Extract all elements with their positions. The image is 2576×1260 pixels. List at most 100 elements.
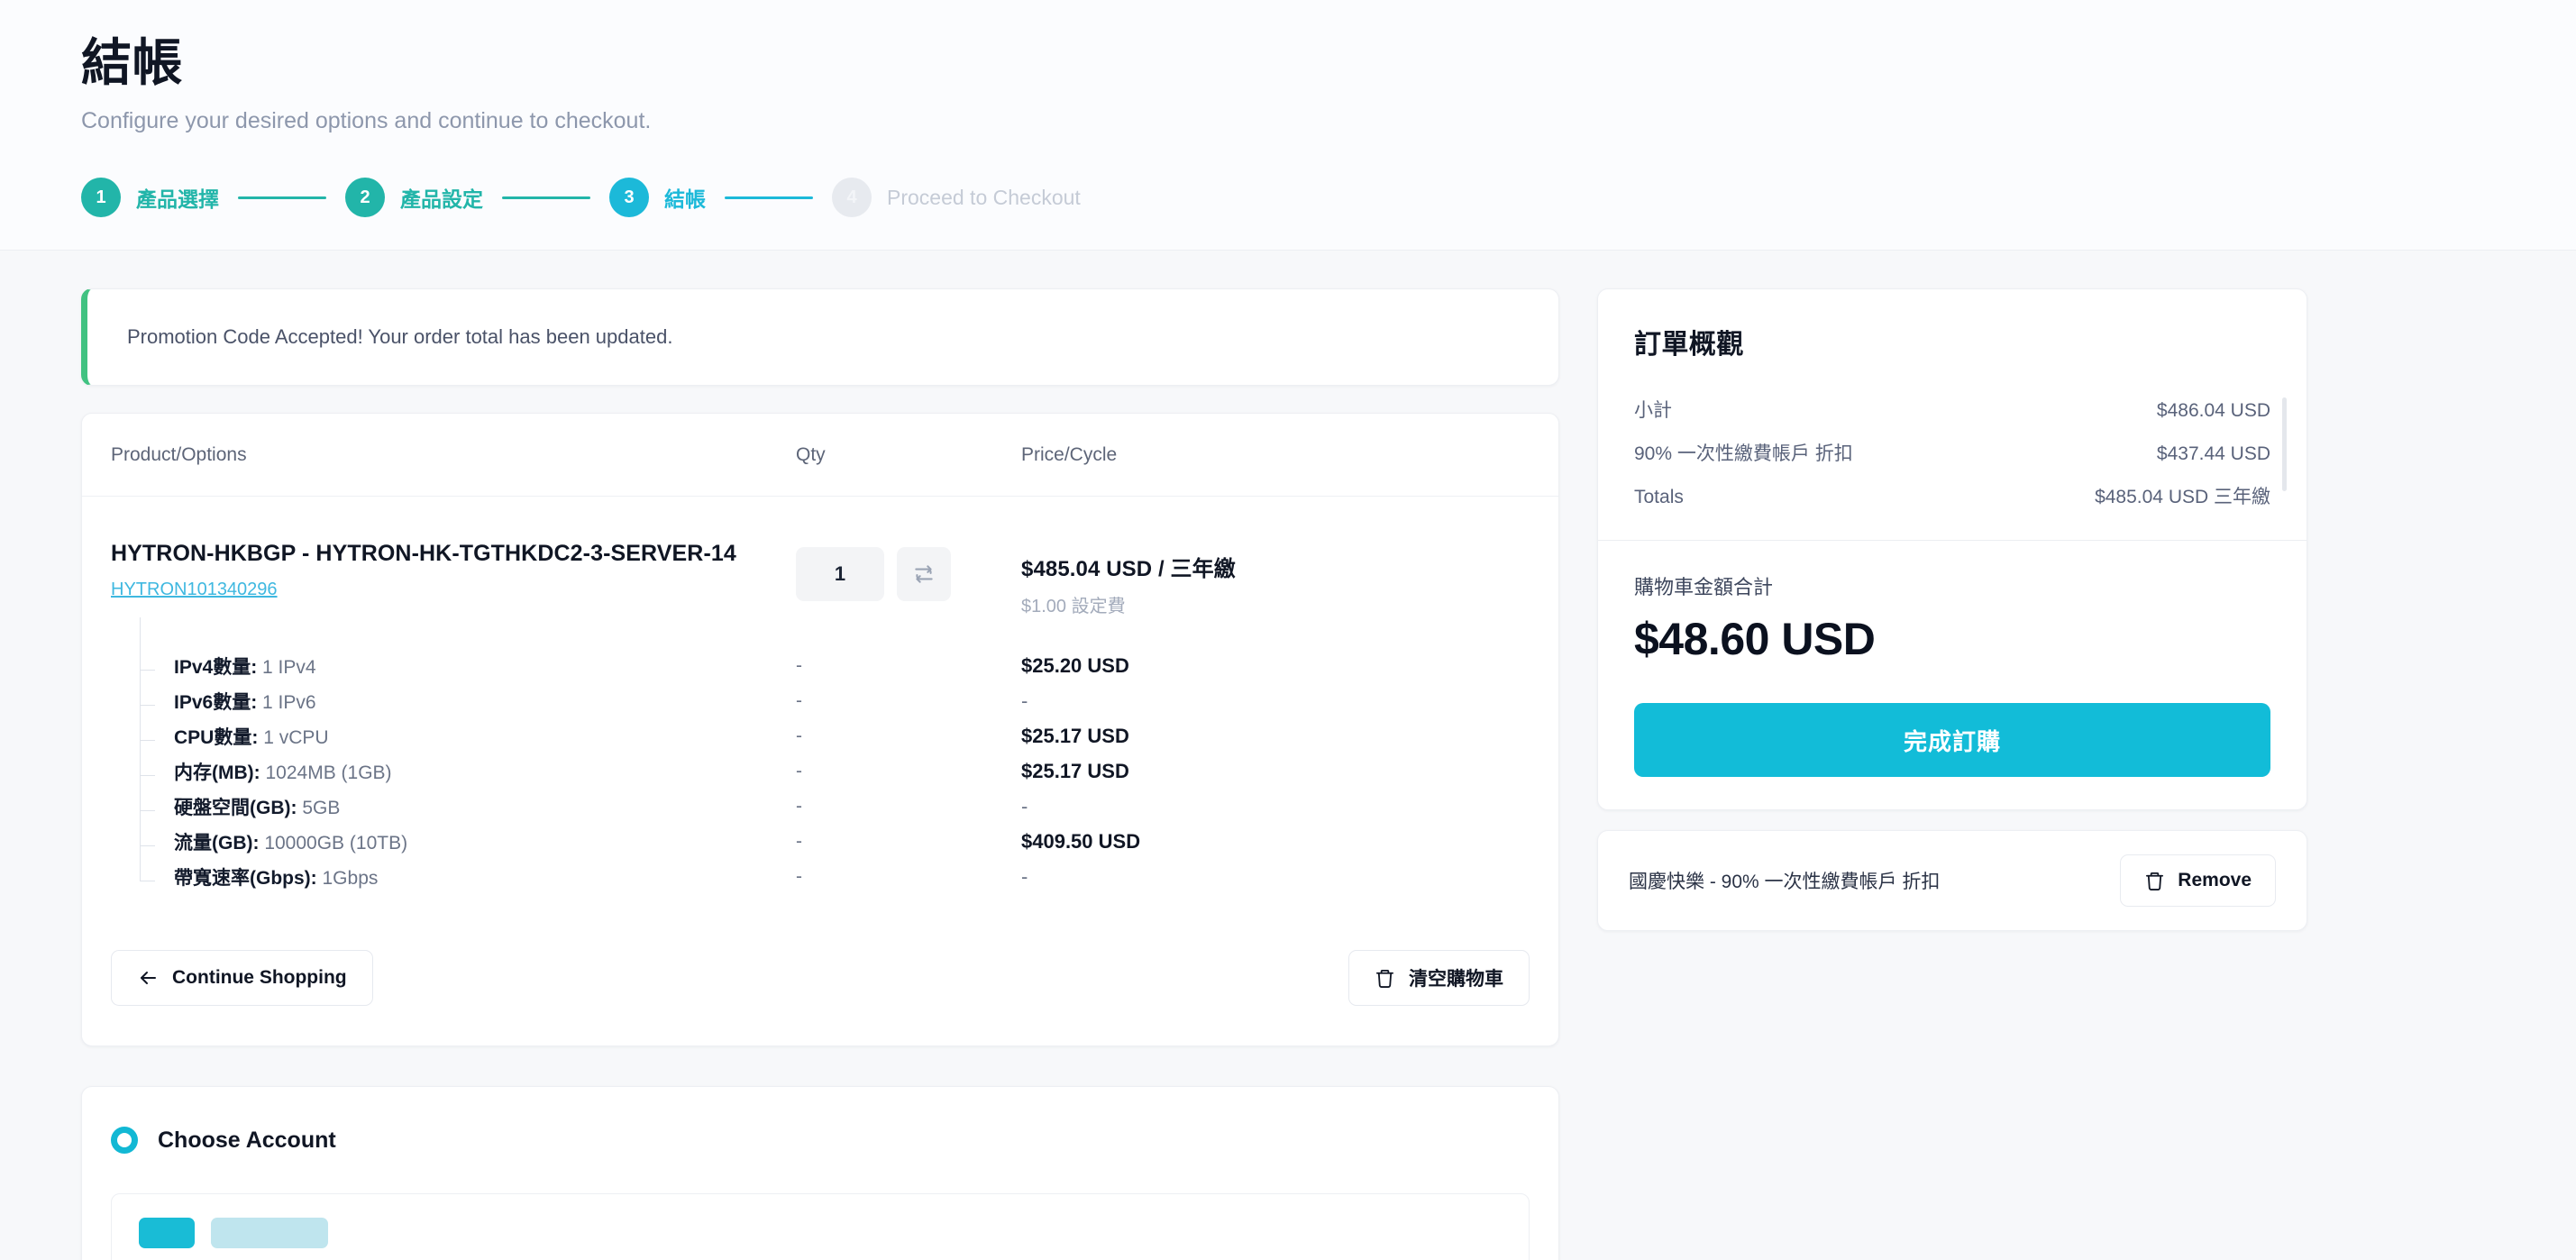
step-4-number: 4 (832, 178, 872, 218)
step-4-label: Proceed to Checkout (887, 185, 1081, 209)
option-name: 内存(MB): (174, 762, 260, 783)
option-row: CPU數量: 1 vCPU - $25.17 USD (111, 687, 1530, 753)
choose-account-title: Choose Account (158, 1127, 336, 1153)
empty-cart-label: 清空購物車 (1409, 969, 1503, 991)
step-2-label: 產品設定 (400, 187, 483, 212)
step-connector-3 (725, 196, 813, 199)
remove-promotion-button[interactable]: Remove (2120, 854, 2276, 908)
trash-icon (2144, 871, 2165, 891)
step-product-configuration[interactable]: 2 產品設定 (345, 178, 483, 218)
product-price: $485.04 USD / 三年繳 (1021, 557, 1236, 582)
option-qty: - (796, 830, 802, 852)
cart-item-price-cell: $485.04 USD / 三年繳 $1.00 設定費 (1021, 538, 1530, 617)
summary-label: 90% 一次性繳費帳戶 折扣 (1634, 443, 1853, 465)
option-name: 流量(GB): (174, 832, 260, 854)
step-proceed-to-checkout: 4 Proceed to Checkout (832, 178, 1081, 218)
cart-column: Promotion Code Accepted! Your order tota… (81, 288, 1559, 1260)
column-header-price: Price/Cycle (1021, 443, 1118, 465)
summary-value: $437.44 USD (2156, 443, 2270, 465)
continue-shopping-label: Continue Shopping (172, 967, 347, 989)
option-row: 帶寬速率(Gbps): 1Gbps - - (111, 827, 1530, 894)
step-connector-1 (238, 196, 326, 199)
option-name: 帶寬速率(Gbps): (174, 867, 317, 889)
option-qty: - (796, 865, 802, 887)
option-row: IPv6數量: 1 IPv6 - - (111, 652, 1530, 718)
choose-account-header: Choose Account (111, 1127, 1530, 1155)
account-badge (139, 1218, 195, 1249)
summary-label: 小計 (1634, 400, 1672, 422)
option-label: 流量(GB): 10000GB (10TB) (111, 792, 796, 855)
option-value: 1024MB (1GB) (265, 762, 392, 783)
summary-scrollbar[interactable] (2282, 397, 2287, 492)
order-summary-column: 訂單概觀 小計 $486.04 USD 90% 一次性繳費帳戶 折扣 $437.… (1597, 288, 2307, 932)
step-connector-2 (502, 196, 590, 199)
complete-order-button[interactable]: 完成訂購 (1634, 703, 2270, 778)
page-title: 結帳 (81, 34, 183, 91)
trash-icon (1375, 968, 1395, 989)
cart-total-amount: $48.60 USD (1634, 614, 1876, 665)
remove-label: Remove (2178, 870, 2252, 891)
order-summary-title: 訂單概觀 (1634, 330, 1744, 361)
order-summary-card: 訂單概觀 小計 $486.04 USD 90% 一次性繳費帳戶 折扣 $437.… (1597, 288, 2307, 811)
option-price: $409.50 USD (1021, 829, 1141, 853)
option-name: 硬盤空間(GB): (174, 797, 297, 818)
option-row: 硬盤空間(GB): 5GB - - (111, 757, 1530, 824)
update-quantity-button[interactable] (897, 547, 951, 602)
summary-row-subtotal: 小計 $486.04 USD (1634, 396, 2270, 423)
option-qty: - (796, 654, 802, 676)
option-qty: - (796, 725, 802, 746)
refresh-icon (912, 562, 936, 586)
column-header-qty: Qty (796, 443, 826, 465)
page-content: Promotion Code Accepted! Your order tota… (0, 251, 2576, 1260)
option-price: $25.17 USD (1021, 724, 1129, 747)
option-label: 帶寬速率(Gbps): 1Gbps (111, 827, 796, 890)
product-name: HYTRON-HKBGP - HYTRON-HK-TGTHKDC2-3-SERV… (111, 541, 736, 567)
option-price: $25.17 USD (1021, 759, 1129, 782)
option-value: 5GB (302, 797, 341, 818)
quantity-input[interactable] (796, 547, 884, 602)
continue-shopping-button[interactable]: Continue Shopping (111, 950, 373, 1007)
promotion-code-text: 國慶快樂 - 90% 一次性繳費帳戶 折扣 (1629, 872, 1941, 893)
option-row: 流量(GB): 10000GB (10TB) - $409.50 USD (111, 792, 1530, 859)
option-label: IPv4數量: 1 IPv4 (111, 616, 796, 680)
empty-cart-button[interactable]: 清空購物車 (1348, 950, 1530, 1007)
step-checkout[interactable]: 3 結帳 (609, 178, 706, 218)
arrow-left-icon (137, 967, 159, 989)
step-product-selection[interactable]: 1 產品選擇 (81, 178, 219, 218)
option-row: 内存(MB): 1024MB (1GB) - $25.17 USD (111, 722, 1530, 789)
option-label: IPv6數量: 1 IPv6 (111, 652, 796, 715)
cart-card: Product/Options Qty Price/Cycle HYTRON-H… (81, 413, 1559, 1047)
option-qty: - (796, 689, 802, 711)
option-value: 1 IPv6 (262, 691, 316, 713)
option-price: - (1021, 864, 1028, 888)
option-value: 1 IPv4 (262, 656, 316, 678)
option-value: 1 vCPU (263, 726, 329, 748)
option-price: - (1021, 689, 1028, 712)
summary-label: Totals (1634, 487, 1684, 508)
cart-footer: Continue Shopping 清空購物車 (82, 894, 1558, 1045)
page-header: 結帳 Configure your desired options and co… (0, 0, 2576, 251)
step-2-number: 2 (345, 178, 385, 218)
cart-item-row: HYTRON-HKBGP - HYTRON-HK-TGTHKDC2-3-SERV… (82, 497, 1558, 617)
page-subtitle: Configure your desired options and conti… (81, 108, 652, 134)
account-placeholder-bar (211, 1218, 328, 1249)
account-option-row[interactable] (111, 1193, 1530, 1260)
option-name: IPv6數量: (174, 691, 258, 713)
option-qty: - (796, 760, 802, 781)
summary-value: $486.04 USD (2156, 400, 2270, 422)
summary-value: $485.04 USD 三年繳 (2095, 487, 2270, 508)
cart-table-header: Product/Options Qty Price/Cycle (82, 414, 1558, 498)
cart-item-product-cell: HYTRON-HKBGP - HYTRON-HK-TGTHKDC2-3-SERV… (111, 538, 796, 600)
product-id-link[interactable]: HYTRON101340296 (111, 580, 278, 600)
cart-total-block: 購物車金額合計 $48.60 USD (1634, 541, 2270, 665)
column-header-product: Product/Options (111, 443, 247, 465)
order-summary-lines: 小計 $486.04 USD 90% 一次性繳費帳戶 折扣 $437.44 US… (1634, 396, 2287, 540)
option-name: CPU數量: (174, 726, 259, 748)
option-value: 1Gbps (322, 867, 379, 889)
summary-row-discount: 90% 一次性繳費帳戶 折扣 $437.44 USD (1634, 439, 2270, 466)
cart-total-label: 購物車金額合計 (1634, 576, 1774, 599)
promotion-code-card: 國慶快樂 - 90% 一次性繳費帳戶 折扣 Remove (1597, 830, 2307, 932)
promotion-accepted-alert: Promotion Code Accepted! Your order tota… (81, 288, 1559, 387)
option-name: IPv4數量: (174, 656, 258, 678)
alert-message: Promotion Code Accepted! Your order tota… (127, 325, 673, 349)
